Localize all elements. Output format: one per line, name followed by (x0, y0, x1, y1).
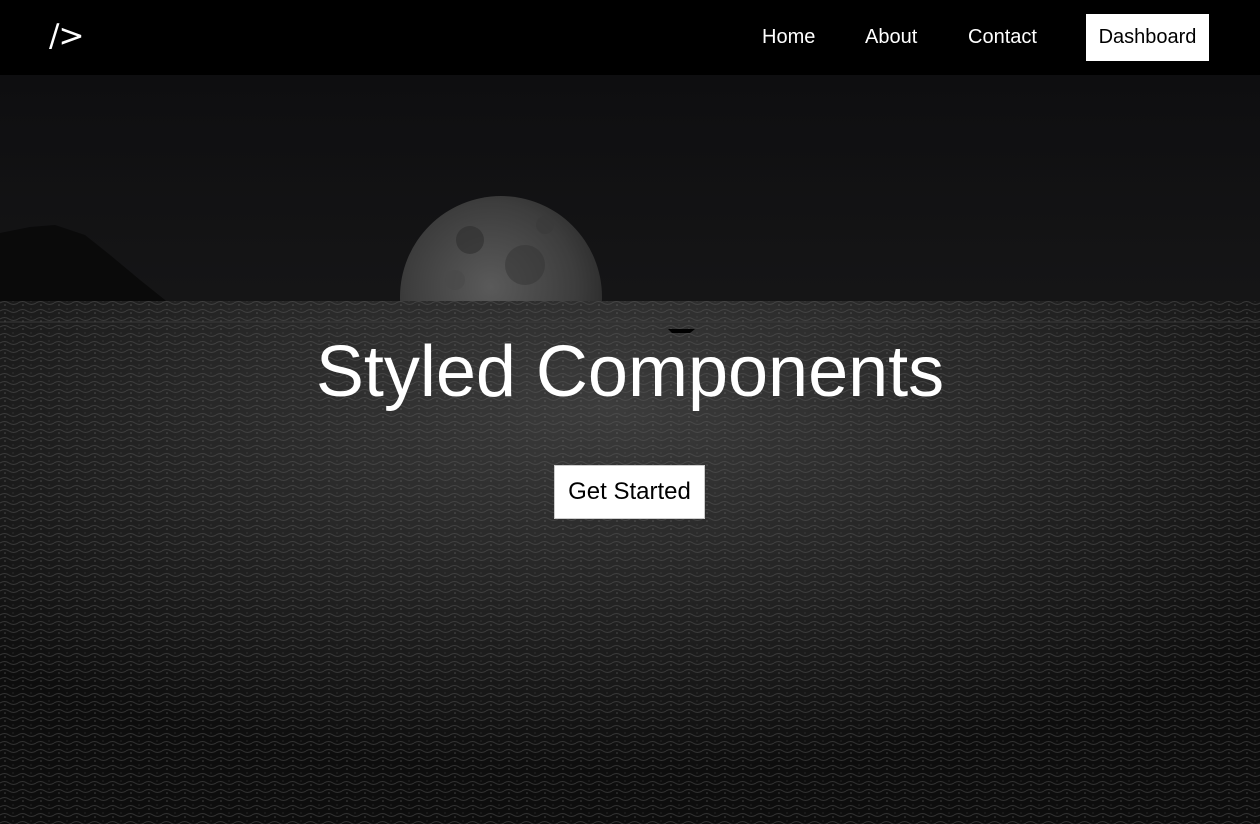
get-started-button[interactable]: Get Started (554, 465, 705, 519)
hero-title: Styled Components (315, 332, 945, 412)
hero-background-image (0, 75, 1260, 824)
nav-link-contact[interactable]: Contact (968, 24, 1037, 50)
nav-link-about[interactable]: About (865, 24, 917, 50)
nav-link-home[interactable]: Home (762, 24, 815, 50)
dashboard-button[interactable]: Dashboard (1086, 14, 1209, 61)
logo[interactable]: /> (49, 14, 84, 58)
hero-section: Styled Components Get Started (0, 75, 1260, 824)
navbar: /> Home About Contact Dashboard (0, 0, 1260, 75)
